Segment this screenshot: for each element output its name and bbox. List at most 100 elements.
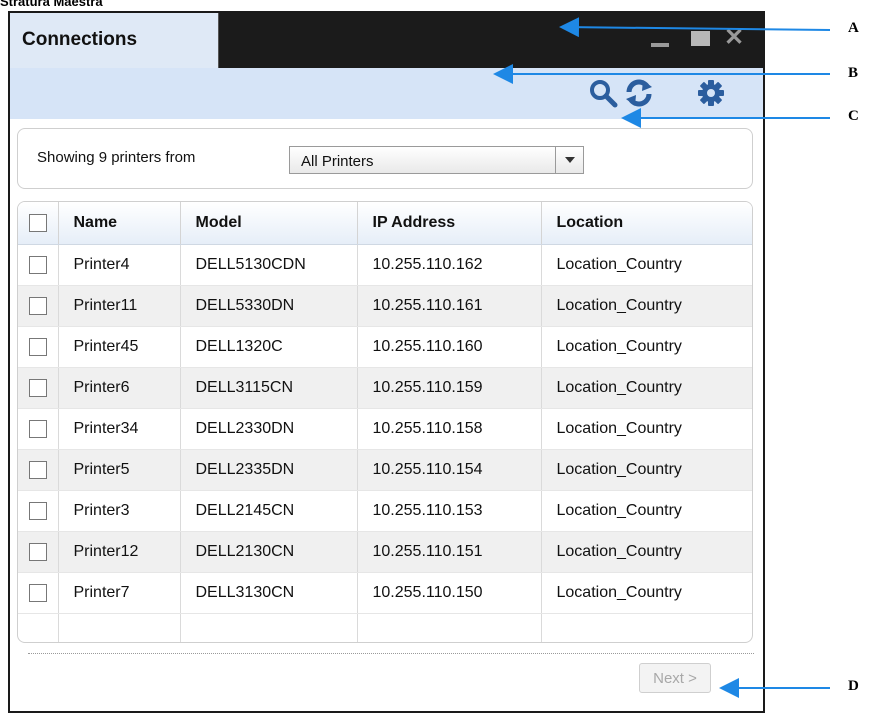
empty-cell <box>18 613 59 642</box>
column-header-name[interactable]: Name <box>58 202 181 245</box>
callout-label-a: A <box>848 20 859 36</box>
cell-location: Location_Country <box>541 244 752 286</box>
minimize-icon[interactable] <box>651 27 669 49</box>
printers-table: Name Model IP Address Location Printer4 D… <box>18 202 752 642</box>
callout-label-c: C <box>848 108 859 124</box>
row-checkbox-cell <box>18 490 59 532</box>
table-row-empty <box>18 613 752 642</box>
row-checkbox[interactable] <box>28 296 47 315</box>
table-row[interactable]: Printer7 DELL3130CN 10.255.110.150 Location… <box>18 572 752 614</box>
row-checkbox[interactable] <box>28 542 47 561</box>
cell-name: Printer12 <box>58 531 181 573</box>
chevron-down-icon[interactable] <box>555 147 583 173</box>
cell-ip-address: 10.255.110.159 <box>357 367 542 409</box>
column-header-location[interactable]: Location <box>541 202 752 245</box>
cell-model: DELL2330DN <box>180 408 358 450</box>
column-header-ip-address[interactable]: IP Address <box>357 202 542 245</box>
gear-icon[interactable] <box>696 78 726 108</box>
tab-connections[interactable]: Connections <box>10 13 219 68</box>
table-row[interactable]: Printer34 DELL2330DN 10.255.110.158 Locatio… <box>18 408 752 450</box>
maximize-icon[interactable] <box>691 27 710 49</box>
table-row[interactable]: Printer11 DELL5330DN 10.255.110.161 Locatio… <box>18 285 752 327</box>
cell-model: DELL3115CN <box>180 367 358 409</box>
cell-location: Location_Country <box>541 285 752 327</box>
cell-ip-address: 10.255.110.150 <box>357 572 542 614</box>
figure-caption: Stratura Maestra <box>0 0 103 9</box>
next-button[interactable]: Next > <box>639 663 711 693</box>
cell-ip-address: 10.255.110.151 <box>357 531 542 573</box>
row-checkbox-cell <box>18 408 59 450</box>
cell-model: DELL3130CN <box>180 572 358 614</box>
row-checkbox-cell <box>18 449 59 491</box>
cell-location: Location_Country <box>541 408 752 450</box>
table-row[interactable]: Printer45 DELL1320C 10.255.110.160 Location… <box>18 326 752 368</box>
row-checkbox[interactable] <box>28 378 47 397</box>
callout-label-b: B <box>848 65 859 81</box>
cell-name: Printer5 <box>58 449 181 491</box>
cell-name: Printer4 <box>58 244 181 286</box>
row-checkbox-cell <box>18 244 59 286</box>
cell-model: DELL1320C <box>180 326 358 368</box>
select-all-header <box>18 202 59 245</box>
table-row[interactable]: Printer6 DELL3115CN 10.255.110.159 Location… <box>18 367 752 409</box>
row-checkbox-cell <box>18 367 59 409</box>
cell-ip-address: 10.255.110.160 <box>357 326 542 368</box>
cell-location: Location_Country <box>541 572 752 614</box>
cell-ip-address: 10.255.110.162 <box>357 244 542 286</box>
refresh-icon[interactable] <box>624 78 654 108</box>
row-checkbox[interactable] <box>28 583 47 602</box>
cell-name: Printer34 <box>58 408 181 450</box>
table-body: Printer4 DELL5130CDN 10.255.110.162 Locatio… <box>18 244 752 642</box>
empty-cell <box>58 613 181 642</box>
cell-location: Location_Country <box>541 367 752 409</box>
cell-model: DELL2130CN <box>180 531 358 573</box>
printers-table-panel: Name Model IP Address Location Printer4 D… <box>17 201 753 643</box>
printer-group-select-value: All Printers <box>301 153 374 170</box>
table-row[interactable]: Printer5 DELL2335DN 10.255.110.154 Location… <box>18 449 752 491</box>
cell-location: Location_Country <box>541 449 752 491</box>
row-checkbox-cell <box>18 572 59 614</box>
title-bar: Connections ✕ <box>10 13 763 68</box>
column-header-model[interactable]: Model <box>180 202 358 245</box>
table-row[interactable]: Printer12 DELL2130CN 10.255.110.151 Locatio… <box>18 531 752 573</box>
row-checkbox[interactable] <box>28 419 47 438</box>
cell-model: DELL5330DN <box>180 285 358 327</box>
cell-ip-address: 10.255.110.158 <box>357 408 542 450</box>
cell-model: DELL5130CDN <box>180 244 358 286</box>
close-icon[interactable]: ✕ <box>724 26 746 50</box>
cell-ip-address: 10.255.110.153 <box>357 490 542 532</box>
row-checkbox-cell <box>18 531 59 573</box>
row-checkbox-cell <box>18 285 59 327</box>
callout-label-d: D <box>848 678 859 694</box>
cell-location: Location_Country <box>541 326 752 368</box>
cell-location: Location_Country <box>541 531 752 573</box>
filter-panel: Showing 9 printers from All Printers <box>17 128 753 189</box>
printer-group-select[interactable]: All Printers <box>289 146 584 174</box>
cell-ip-address: 10.255.110.161 <box>357 285 542 327</box>
cell-model: DELL2335DN <box>180 449 358 491</box>
cell-name: Printer3 <box>58 490 181 532</box>
cell-model: DELL2145CN <box>180 490 358 532</box>
row-checkbox[interactable] <box>28 255 47 274</box>
search-icon[interactable] <box>588 78 618 108</box>
row-checkbox[interactable] <box>28 337 47 356</box>
connections-window: Connections ✕ Showing 9 printers from Al… <box>8 11 765 713</box>
row-checkbox[interactable] <box>28 460 47 479</box>
cell-location: Location_Country <box>541 490 752 532</box>
cell-name: Printer11 <box>58 285 181 327</box>
row-checkbox-cell <box>18 326 59 368</box>
row-checkbox[interactable] <box>28 501 47 520</box>
table-row[interactable]: Printer4 DELL5130CDN 10.255.110.162 Locatio… <box>18 244 752 286</box>
cell-name: Printer7 <box>58 572 181 614</box>
table-row[interactable]: Printer3 DELL2145CN 10.255.110.153 Location… <box>18 490 752 532</box>
divider <box>28 653 754 654</box>
cell-ip-address: 10.255.110.154 <box>357 449 542 491</box>
cell-name: Printer6 <box>58 367 181 409</box>
cell-name: Printer45 <box>58 326 181 368</box>
tab-connections-label: Connections <box>22 29 138 50</box>
select-all-checkbox[interactable] <box>28 213 47 232</box>
toolbar <box>10 68 763 119</box>
filter-label: Showing 9 printers from <box>37 149 196 166</box>
empty-cell <box>541 613 752 642</box>
empty-cell <box>180 613 358 642</box>
